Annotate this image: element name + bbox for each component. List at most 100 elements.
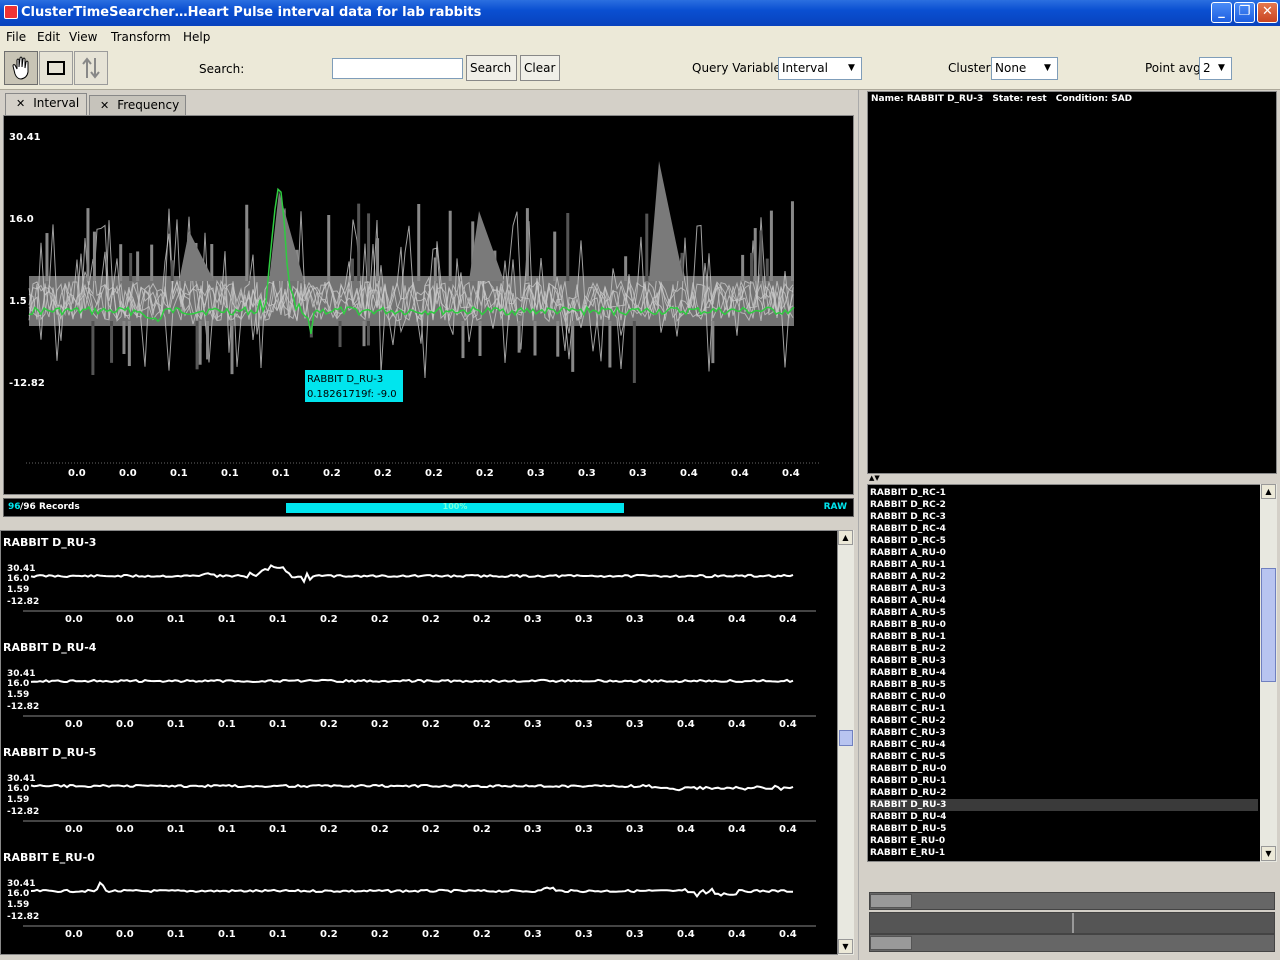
scroll-down-icon[interactable]: ▼ <box>1261 846 1276 861</box>
record-list-item[interactable]: RABBIT C_RU-2 <box>870 715 1258 727</box>
menu-file[interactable]: File <box>6 30 26 44</box>
overview-chart[interactable]: 30.41 16.0 1.5 -12.82 0.0 0.0 0.1 0.1 0.1 0.2… <box>4 116 853 494</box>
search-input[interactable] <box>332 58 463 79</box>
record-list-item[interactable]: RABBIT C_RU-3 <box>870 727 1258 739</box>
close-tab-icon[interactable]: ✕ <box>16 97 25 110</box>
record-list-item[interactable]: RABBIT D_RU-5 <box>870 823 1258 835</box>
record-list-scrollbar[interactable]: ▲ ▼ <box>1260 484 1277 862</box>
close-tab-icon[interactable]: ✕ <box>100 99 109 112</box>
menu-edit[interactable]: Edit <box>37 30 60 44</box>
record-list-item[interactable]: RABBIT E_RU-1 <box>870 847 1258 859</box>
record-list-item[interactable]: RABBIT D_RC-1 <box>870 487 1258 499</box>
small-multiples-scrollbar[interactable]: ▲ ▼ <box>838 530 854 955</box>
record-list-item[interactable]: RABBIT A_RU-3 <box>870 583 1258 595</box>
record-row[interactable]: RABBIT D_RU-3 30.4116.01.59 -12.82 0.0 0.0 0.… <box>3 536 816 625</box>
split-pane-arrows[interactable]: ▲▼ <box>867 474 1277 484</box>
record-list-item[interactable]: RABBIT D_RC-2 <box>870 499 1258 511</box>
range-slider-handle[interactable] <box>870 936 912 950</box>
record-name: RABBIT D_RU-3 <box>3 536 96 549</box>
progress-track: 100% <box>286 502 624 513</box>
tab-interval[interactable]: ✕ Interval <box>5 93 87 115</box>
record-list-item[interactable]: RABBIT A_RU-5 <box>870 607 1258 619</box>
x-tick-label: 0.4 <box>680 468 698 479</box>
record-list-item[interactable]: RABBIT C_RU-0 <box>870 691 1258 703</box>
x-tick-label: 0.4 <box>779 824 797 835</box>
scroll-up-icon[interactable]: ▲ <box>1261 484 1276 499</box>
x-tick-label: 0.1 <box>269 929 287 940</box>
menu-view[interactable]: View <box>69 30 97 44</box>
record-list-item[interactable]: RABBIT D_RU-4 <box>870 811 1258 823</box>
vertical-arrows-tool-button[interactable] <box>74 51 108 85</box>
menu-help[interactable]: Help <box>183 30 210 44</box>
record-trace-line[interactable] <box>30 783 794 792</box>
x-tick-label: 0.1 <box>170 468 188 479</box>
record-list-item[interactable]: RABBIT D_RU-3 <box>870 799 1258 811</box>
record-list-item[interactable]: RABBIT B_RU-0 <box>870 619 1258 631</box>
record-trace-line[interactable] <box>30 678 794 684</box>
scroll-thumb[interactable] <box>839 730 853 746</box>
x-tick-label: 0.3 <box>575 614 593 625</box>
range-slider-track-top[interactable] <box>869 892 1275 910</box>
menu-transform[interactable]: Transform <box>111 30 171 44</box>
record-list-item[interactable]: RABBIT A_RU-4 <box>870 595 1258 607</box>
record-row[interactable]: RABBIT D_RU-4 30.4116.01.59 -12.82 0.0 0.0 0.… <box>3 641 816 730</box>
record-list-item[interactable]: RABBIT D_RC-3 <box>870 511 1258 523</box>
minimize-button[interactable]: _ <box>1211 2 1232 23</box>
cluster-select[interactable]: None ▼ <box>991 57 1058 80</box>
tab-frequency[interactable]: ✕ Frequency <box>89 95 186 115</box>
scroll-up-icon[interactable]: ▲ <box>838 530 853 545</box>
record-list[interactable]: RABBIT D_RC-1 RABBIT D_RC-2 RABBIT D_RC-3 R… <box>867 484 1277 862</box>
range-slider-track-middle[interactable] <box>869 912 1275 934</box>
record-list-item[interactable]: RABBIT D_RU-2 <box>870 787 1258 799</box>
range-slider-handle[interactable] <box>870 894 912 908</box>
close-button[interactable]: ✕ <box>1257 2 1278 23</box>
record-list-item[interactable]: RABBIT D_RU-1 <box>870 775 1258 787</box>
range-slider-panel <box>867 872 1277 958</box>
record-list-item[interactable]: RABBIT B_RU-4 <box>870 667 1258 679</box>
clear-button[interactable]: Clear <box>520 55 560 81</box>
record-list-item[interactable]: RABBIT A_RU-1 <box>870 559 1258 571</box>
record-list-item[interactable]: RABBIT C_RU-5 <box>870 751 1258 763</box>
record-list-item[interactable]: RABBIT B_RU-5 <box>870 679 1258 691</box>
record-list-item[interactable]: RABBIT B_RU-2 <box>870 643 1258 655</box>
record-trace-line[interactable] <box>30 881 793 898</box>
menu-bar: File Edit View Transform Help <box>0 26 1280 48</box>
record-list-item[interactable]: RABBIT A_RU-2 <box>870 571 1258 583</box>
record-list-item[interactable]: RABBIT C_RU-4 <box>870 739 1258 751</box>
rectangle-tool-button[interactable] <box>39 51 73 85</box>
record-trace-line[interactable] <box>30 564 794 585</box>
scroll-down-icon[interactable]: ▼ <box>838 939 853 954</box>
record-row[interactable]: RABBIT E_RU-0 30.4116.01.59 -12.82 0.0 0.0 0.… <box>3 851 816 940</box>
x-tick-label: 0.3 <box>626 614 644 625</box>
x-tick-label: 0.2 <box>473 614 491 625</box>
record-list-item[interactable]: RABBIT D_RC-5 <box>870 535 1258 547</box>
y-tick-mid: 1.5 <box>9 296 27 307</box>
x-tick-label: 0.0 <box>116 929 134 940</box>
hand-icon <box>12 56 29 80</box>
y-tick-max: 30.41 <box>9 132 41 143</box>
record-detail-list[interactable]: RABBIT D_RU-3 30.41 16.0 1.59 -12.82 0.0 0.0 0.… <box>0 530 838 955</box>
point-avg-select[interactable]: 2 ▼ <box>1199 57 1232 80</box>
search-button[interactable]: Search <box>466 55 517 81</box>
x-tick-label: 0.4 <box>731 468 749 479</box>
cluster-value: None <box>995 61 1027 75</box>
split-pane-divider[interactable] <box>858 90 866 960</box>
scroll-thumb[interactable] <box>1261 568 1276 682</box>
hand-tool-button[interactable] <box>4 51 38 85</box>
record-list-item[interactable]: RABBIT B_RU-1 <box>870 631 1258 643</box>
query-variable-select[interactable]: Interval ▼ <box>778 57 862 80</box>
record-list-item[interactable]: RABBIT E_RU-0 <box>870 835 1258 847</box>
record-list-item[interactable]: RABBIT B_RU-3 <box>870 655 1258 667</box>
record-list-item[interactable]: RABBIT A_RU-0 <box>870 547 1258 559</box>
x-tick-label: 0.1 <box>167 824 185 835</box>
info-name-value: RABBIT D_RU-3 <box>906 94 984 104</box>
record-list-item[interactable]: RABBIT D_RU-0 <box>870 763 1258 775</box>
record-list-item[interactable]: RABBIT C_RU-1 <box>870 703 1258 715</box>
series-peak <box>179 231 214 281</box>
record-row[interactable]: RABBIT D_RU-5 30.4116.01.59 -12.82 0.0 0.0 0.… <box>3 746 816 835</box>
maximize-button[interactable]: ❐ <box>1234 2 1255 23</box>
record-list-item[interactable]: RABBIT D_RC-4 <box>870 523 1258 535</box>
range-slider-track-bottom[interactable] <box>869 934 1275 952</box>
timeseries-overview-plot[interactable]: 30.41 16.0 1.5 -12.82 0.0 0.0 0.1 0.1 0.1 0.2… <box>3 115 854 495</box>
info-state-value: rest <box>1026 94 1047 104</box>
